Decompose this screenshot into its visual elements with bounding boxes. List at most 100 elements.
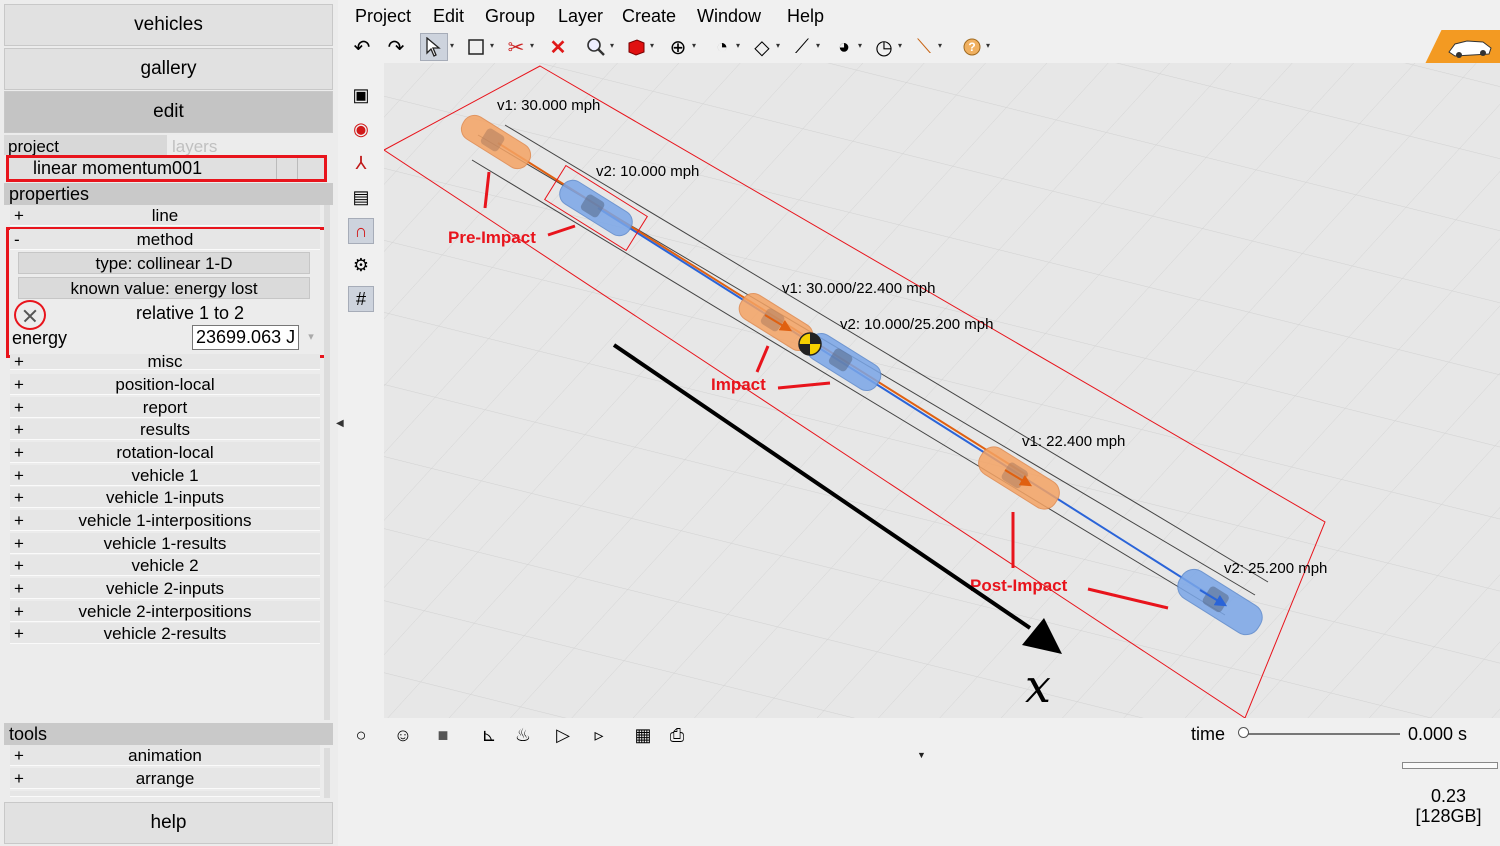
collapse-icon[interactable]: - <box>14 229 28 250</box>
expand-icon[interactable]: + <box>14 442 28 463</box>
property-misc[interactable]: + misc <box>10 354 320 370</box>
expand-icon[interactable]: + <box>14 487 28 508</box>
tool-row[interactable]: + arrange <box>10 768 320 789</box>
property-row[interactable]: + vehicle 1 <box>10 465 320 486</box>
zoom-icon[interactable] <box>582 33 610 61</box>
gallery-button[interactable]: gallery <box>4 48 333 90</box>
menu-group[interactable]: Group <box>485 6 535 27</box>
gauge-icon[interactable]: ◔ <box>708 33 736 61</box>
expand-icon[interactable]: + <box>14 510 28 531</box>
energy-field[interactable]: 23699.063 J <box>192 325 299 350</box>
relative-checkbox[interactable] <box>14 300 46 330</box>
cube-icon[interactable] <box>622 33 650 61</box>
properties-scrollbar[interactable] <box>324 205 330 720</box>
move-icon[interactable]: ⊕ <box>664 33 692 61</box>
expand-icon[interactable]: + <box>14 555 28 576</box>
settings-icon[interactable]: ⚙ <box>348 252 374 278</box>
expand-icon[interactable]: + <box>14 601 28 622</box>
expand-icon[interactable]: + <box>14 354 28 369</box>
box-select-icon[interactable] <box>462 33 490 61</box>
tools-scrollbar[interactable] <box>324 748 330 798</box>
dropdown-icon[interactable]: ▾ <box>938 41 942 50</box>
project-item[interactable]: linear momentum001 <box>6 155 327 182</box>
expand-icon[interactable]: + <box>14 397 28 418</box>
collapse-panel-icon[interactable]: ◀ <box>336 418 344 429</box>
tool-row[interactable]: + animation <box>10 745 320 766</box>
cut-icon[interactable]: ✂ <box>502 33 530 61</box>
help-button[interactable]: help <box>4 802 333 844</box>
expand-icon[interactable]: + <box>14 533 28 554</box>
redo-icon[interactable]: ↷ <box>382 33 410 61</box>
dropdown-icon[interactable]: ▾ <box>692 41 696 50</box>
play-icon[interactable]: ▷ <box>550 722 576 748</box>
dropdown-icon[interactable]: ▾ <box>858 41 862 50</box>
property-row[interactable]: + report <box>10 397 320 418</box>
edit-button[interactable]: edit <box>4 91 333 133</box>
menu-layer[interactable]: Layer <box>558 6 603 27</box>
expand-icon[interactable]: + <box>14 768 28 789</box>
expand-icon[interactable]: + <box>14 465 28 486</box>
select-pointer-icon[interactable] <box>420 33 448 61</box>
scene-canvas[interactable]: v1: 30.000 mph v2: 10.000 mph v1: 30.000… <box>384 63 1500 718</box>
print-icon[interactable]: ⎙ <box>664 722 690 748</box>
property-row[interactable]: + rotation-local <box>10 442 320 463</box>
dropdown-icon[interactable]: ▾ <box>490 41 494 50</box>
report-icon[interactable]: ▦ <box>630 722 656 748</box>
skid-icon[interactable]: ⟍ <box>910 33 938 61</box>
head-icon[interactable]: ☺ <box>390 722 416 748</box>
speed-gauge-icon[interactable]: ◕ <box>830 33 858 61</box>
property-line[interactable]: + line <box>10 205 320 226</box>
magnet-icon[interactable]: ∩ <box>348 218 374 244</box>
property-row[interactable]: + vehicle 2-interpositions <box>10 601 320 622</box>
clock-icon[interactable]: ◷ <box>870 33 898 61</box>
menu-help[interactable]: Help <box>787 6 824 27</box>
dropdown-icon[interactable]: ▾ <box>776 41 780 50</box>
tab-project[interactable]: project <box>4 135 167 156</box>
property-row[interactable]: + vehicle 2-inputs <box>10 578 320 599</box>
delete-icon[interactable]: ✕ <box>544 33 572 61</box>
expand-timeline-icon[interactable]: ▼ <box>917 750 926 760</box>
property-row[interactable]: + vehicle 1-inputs <box>10 487 320 508</box>
method-known-value-button[interactable]: known value: energy lost <box>18 277 310 299</box>
circle-icon[interactable]: ○ <box>348 722 374 748</box>
menu-window[interactable]: Window <box>697 6 761 27</box>
dropdown-icon[interactable]: ▾ <box>650 41 654 50</box>
dropdown-icon[interactable]: ▾ <box>610 41 614 50</box>
3d-viewport[interactable]: v1: 30.000 mph v2: 10.000 mph v1: 30.000… <box>384 63 1500 718</box>
property-row[interactable]: + vehicle 1-interpositions <box>10 510 320 531</box>
expand-icon[interactable]: + <box>14 374 28 395</box>
property-method[interactable]: - method <box>10 229 320 250</box>
tool-row-partial[interactable] <box>10 791 320 797</box>
menu-project[interactable]: Project <box>355 6 411 27</box>
property-row[interactable]: + position-local <box>10 374 320 395</box>
dropdown-icon[interactable]: ▾ <box>816 41 820 50</box>
teapot-icon[interactable]: ♨ <box>510 722 536 748</box>
expand-icon[interactable]: + <box>14 578 28 599</box>
property-row[interactable]: + vehicle 1-results <box>10 533 320 554</box>
dropdown-icon[interactable]: ▾ <box>898 41 902 50</box>
energy-spinner-icon[interactable]: ▾ <box>303 327 319 347</box>
help-icon[interactable]: ? <box>958 33 986 61</box>
vehicles-button[interactable]: vehicles <box>4 4 333 46</box>
property-row[interactable]: + vehicle 2 <box>10 555 320 576</box>
expand-icon[interactable]: + <box>14 745 28 766</box>
time-slider-handle[interactable] <box>1238 727 1249 738</box>
target-icon[interactable]: ◉ <box>348 116 374 142</box>
axes-icon[interactable]: ⅄ <box>348 150 374 176</box>
time-slider[interactable] <box>1240 733 1400 735</box>
graph-icon[interactable]: ⊾ <box>476 722 502 748</box>
expand-icon[interactable]: + <box>14 419 28 440</box>
surface-icon[interactable]: ◇ <box>748 33 776 61</box>
method-type-button[interactable]: type: collinear 1-D <box>18 252 310 274</box>
undo-icon[interactable]: ↶ <box>348 33 376 61</box>
property-row[interactable]: + vehicle 2-results <box>10 623 320 644</box>
dropdown-icon[interactable]: ▾ <box>736 41 740 50</box>
image-icon[interactable]: ▤ <box>348 184 374 210</box>
property-row[interactable]: + results <box>10 419 320 440</box>
play-options-icon[interactable]: ▹ <box>586 722 612 748</box>
dropdown-icon[interactable]: ▾ <box>986 41 990 50</box>
measure-icon[interactable]: ⟋ <box>788 33 816 61</box>
dropdown-icon[interactable]: ▾ <box>530 41 534 50</box>
menu-create[interactable]: Create <box>622 6 676 27</box>
square-icon[interactable]: ■ <box>430 722 456 748</box>
